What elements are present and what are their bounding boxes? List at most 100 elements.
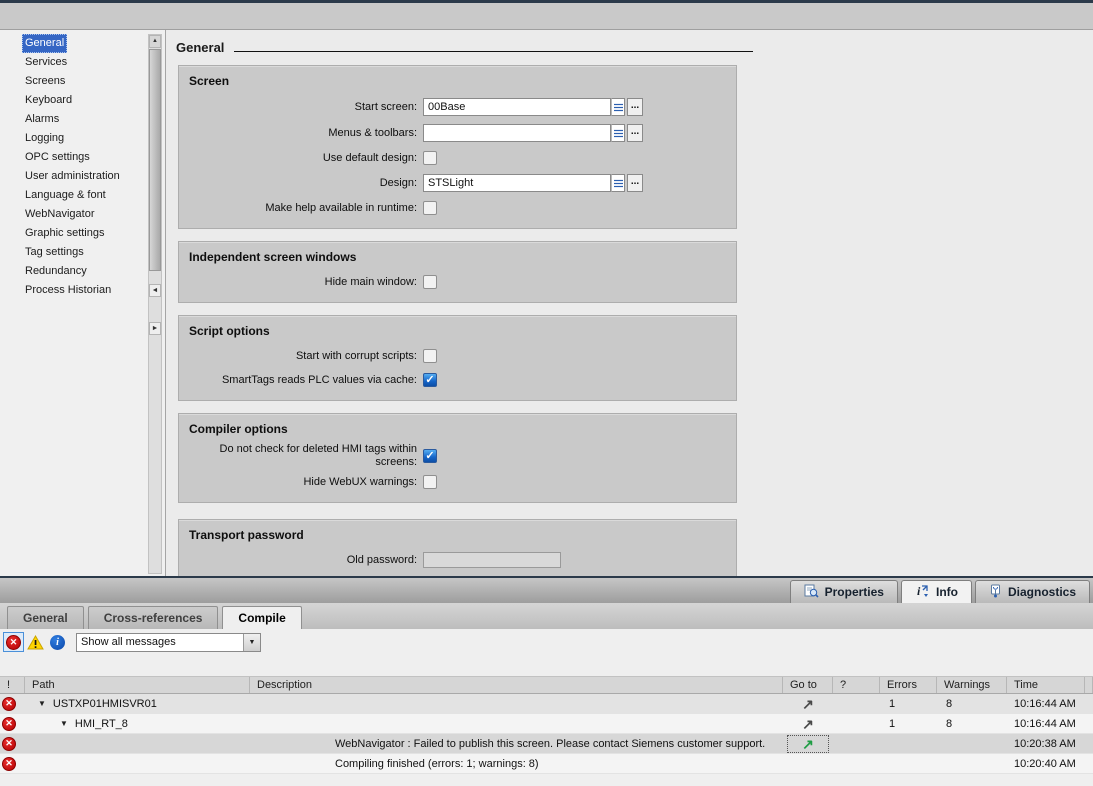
- table-row[interactable]: ✕ ▼ HMI_RT_8 ↗ 1 8 10:16:44 AM: [0, 714, 1093, 734]
- description-cell: [250, 694, 783, 713]
- help-cell: [833, 714, 880, 733]
- sidebar-scrollbar[interactable]: ▲ ◄ ►: [148, 34, 162, 574]
- column-header-errors[interactable]: Errors: [880, 677, 937, 693]
- toolbar-gap: [0, 655, 1093, 676]
- info-filter-button[interactable]: i: [47, 632, 68, 652]
- sidebar-item-screens[interactable]: Screens: [0, 72, 145, 91]
- collapse-triangle-icon[interactable]: ▼: [38, 699, 46, 708]
- sidebar-item-user-administration[interactable]: User administration: [0, 167, 145, 186]
- table-row[interactable]: ✕ Compiling finished (errors: 1; warnings…: [0, 754, 1093, 774]
- column-header-[interactable]: !: [0, 677, 25, 693]
- warnings-cell: [937, 734, 1007, 753]
- use-default-design-checkbox[interactable]: [423, 151, 437, 165]
- setting-label: Start with corrupt scripts:: [295, 349, 417, 362]
- start-screen-input[interactable]: 00Base: [423, 98, 611, 116]
- errors-cell: [880, 734, 937, 753]
- sidebar-item-language-font[interactable]: Language & font: [0, 186, 145, 205]
- table-row[interactable]: ✕ ▼ USTXP01HMISVR01 ↗ 1 8 10:16:44 AM: [0, 694, 1093, 714]
- list-picker-icon[interactable]: [611, 124, 625, 142]
- tab-info[interactable]: i Info: [900, 580, 972, 603]
- sidebar-item-opc-settings[interactable]: OPC settings: [0, 148, 145, 167]
- status-cell: ✕: [0, 694, 25, 713]
- column-header-[interactable]: ?: [833, 677, 880, 693]
- make-help-available-in-runtime-checkbox[interactable]: [423, 201, 437, 215]
- section-screen: Screen Start screen: 00Base... Menus & tool…: [178, 65, 737, 229]
- goto-arrow-icon[interactable]: ↗: [802, 717, 814, 731]
- goto-arrow-icon[interactable]: ↗: [802, 737, 814, 751]
- setting-row-enter-password: Enter password:: [179, 572, 736, 576]
- table-row[interactable]: ✕ WebNavigator : Failed to publish this s…: [0, 734, 1093, 754]
- subtab-general[interactable]: General: [7, 606, 84, 629]
- column-header-warnings[interactable]: Warnings: [937, 677, 1007, 693]
- smarttags-reads-plc-values-via-cache-checkbox[interactable]: ✓: [423, 373, 437, 387]
- sidebar-item-process-historian[interactable]: Process Historian: [0, 281, 145, 300]
- path-cell: [25, 734, 250, 753]
- setting-control: [423, 475, 437, 489]
- error-filter-button[interactable]: ✕: [3, 632, 24, 652]
- setting-control: ✓: [423, 449, 437, 463]
- sidebar-item-label: Redundancy: [25, 265, 87, 277]
- filter-selected-value: Show all messages: [81, 636, 176, 648]
- scrollbar-thumb[interactable]: [149, 49, 161, 271]
- subtab-cross-references[interactable]: Cross-references: [87, 606, 219, 629]
- goto-arrow-icon[interactable]: ↗: [802, 697, 814, 711]
- error-filter-icon: ✕: [6, 634, 21, 650]
- sidebar-item-webnavigator[interactable]: WebNavigator: [0, 205, 145, 224]
- setting-label: Use default design:: [322, 151, 417, 164]
- column-header-go-to[interactable]: Go to: [783, 677, 833, 693]
- splitter-collapse-right-icon[interactable]: ►: [149, 322, 161, 335]
- hide-main-window-checkbox[interactable]: [423, 275, 437, 289]
- dropdown-arrow-icon[interactable]: ▼: [243, 633, 260, 651]
- sidebar-item-logging[interactable]: Logging: [0, 129, 145, 148]
- path-text: HMI_RT_8: [74, 717, 128, 730]
- tab-diagnostics[interactable]: Diagnostics: [974, 580, 1090, 603]
- hide-webux-warnings-checkbox[interactable]: [423, 475, 437, 489]
- collapse-triangle-icon[interactable]: ▼: [60, 719, 68, 728]
- goto-cell: ↗: [783, 694, 833, 713]
- design-input[interactable]: STSLight: [423, 174, 611, 192]
- column-header-time[interactable]: Time: [1007, 677, 1085, 693]
- sidebar-item-tag-settings[interactable]: Tag settings: [0, 243, 145, 262]
- scroll-up-icon[interactable]: ▲: [149, 35, 161, 48]
- subtab-compile[interactable]: Compile: [222, 606, 302, 629]
- sidebar-item-label: Alarms: [25, 113, 60, 125]
- warning-filter-button[interactable]: [25, 632, 46, 652]
- do-not-check-for-deleted-hmi-tags-within-screens-checkbox[interactable]: ✓: [423, 449, 437, 463]
- sidebar-item-services[interactable]: Services: [0, 53, 145, 72]
- message-filter-dropdown[interactable]: Show all messages ▼: [76, 632, 261, 652]
- browse-button[interactable]: ...: [627, 174, 643, 192]
- browse-button[interactable]: ...: [627, 98, 643, 116]
- sidebar-item-label: Graphic settings: [25, 227, 105, 239]
- menus-toolbars-input[interactable]: [423, 124, 611, 142]
- column-header-description[interactable]: Description: [250, 677, 783, 693]
- runtime-settings-workspace: General Services Screens Keyboard Alarms Logg…: [0, 30, 1093, 576]
- sidebar-item-keyboard[interactable]: Keyboard: [0, 91, 145, 110]
- warnings-cell: 8: [946, 697, 953, 710]
- time-cell: 10:20:38 AM: [1014, 737, 1076, 750]
- goto-focus-box[interactable]: ↗: [787, 734, 829, 753]
- section-compiler-options: Compiler options Do not check for deleted…: [178, 413, 737, 503]
- sidebar-item-alarms[interactable]: Alarms: [0, 110, 145, 129]
- section-title: Compiler options: [189, 422, 288, 436]
- list-picker-icon[interactable]: [611, 174, 625, 192]
- message-table: ✕ ▼ USTXP01HMISVR01 ↗ 1 8 10:16:44 AM ✕ ▼ HMI_RT_…: [0, 694, 1093, 774]
- old-password-field: [423, 552, 561, 568]
- start-with-corrupt-scripts-checkbox[interactable]: [423, 349, 437, 363]
- page-title: General: [176, 40, 225, 55]
- splitter-collapse-left-icon[interactable]: ◄: [149, 284, 161, 297]
- sidebar-nav: General Services Screens Keyboard Alarms Logg…: [0, 34, 145, 300]
- column-header-path[interactable]: Path: [25, 677, 250, 693]
- panel-bottom-filler: [0, 774, 1093, 786]
- sidebar-item-general[interactable]: General: [0, 34, 145, 53]
- browse-button[interactable]: ...: [627, 124, 643, 142]
- tab-label: Diagnostics: [1007, 585, 1076, 599]
- tab-properties[interactable]: Properties: [789, 580, 898, 603]
- setting-control: [423, 552, 561, 568]
- sidebar-item-graphic-settings[interactable]: Graphic settings: [0, 224, 145, 243]
- description-text: Compiling finished (errors: 1; warnings:…: [335, 757, 539, 770]
- sidebar-item-redundancy[interactable]: Redundancy: [0, 262, 145, 281]
- list-picker-icon[interactable]: [611, 98, 625, 116]
- status-cell: ✕: [0, 754, 25, 773]
- error-icon: ✕: [2, 736, 16, 751]
- setting-row-start-with-corrupt-scripts: Start with corrupt scripts:: [179, 344, 736, 368]
